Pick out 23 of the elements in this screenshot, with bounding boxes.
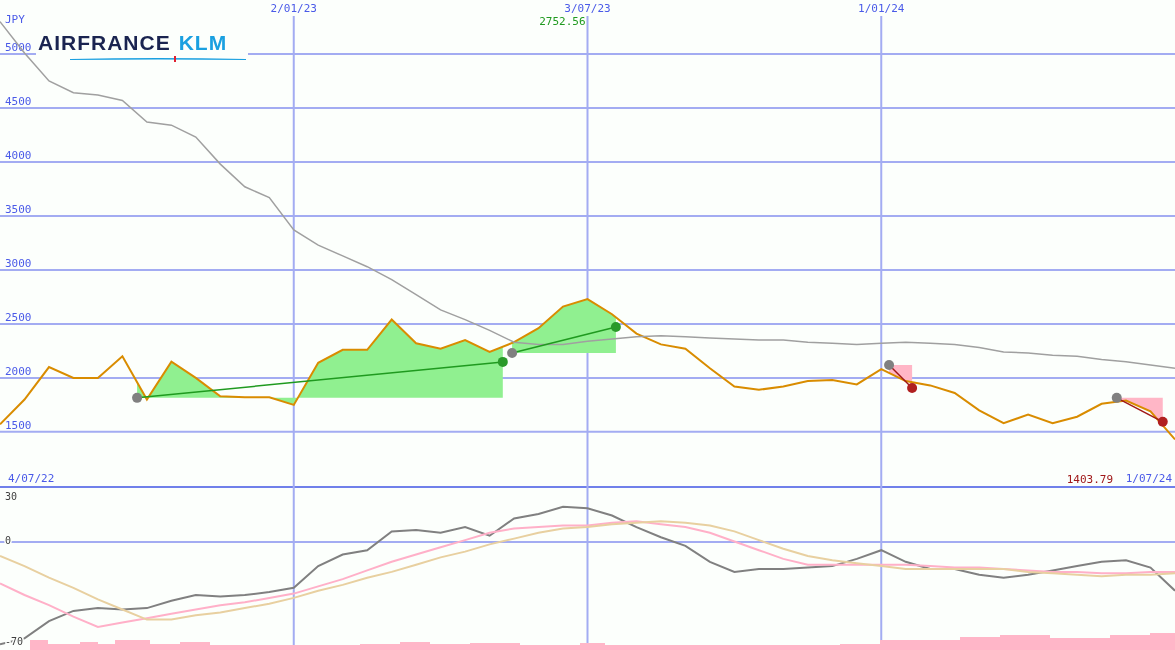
date-label: 3/07/23 bbox=[564, 2, 611, 15]
high-value: 2752.56 bbox=[539, 15, 586, 28]
axis-label: 2000 bbox=[5, 364, 32, 378]
axis-label: 0 bbox=[5, 534, 12, 546]
trend-line bbox=[884, 359, 918, 393]
logo-text: AIRFRANCE bbox=[38, 32, 171, 53]
logo-text: KLM bbox=[178, 32, 228, 53]
axis-label: 30 bbox=[5, 491, 18, 503]
swoosh-icon bbox=[70, 56, 246, 62]
axis-label: 3500 bbox=[5, 202, 32, 216]
axis-title: JPY bbox=[5, 13, 25, 26]
axis-label: 3000 bbox=[5, 256, 32, 270]
axis-label: 1500 bbox=[5, 418, 32, 432]
low-value: 1403.79 bbox=[1066, 473, 1113, 486]
start-date: 4/07/22 bbox=[8, 472, 55, 485]
axis-label: 4000 bbox=[5, 148, 32, 162]
date-label: 1/01/24 bbox=[858, 2, 905, 15]
axis-label: 4500 bbox=[5, 94, 32, 108]
date-label: 2/01/23 bbox=[270, 2, 317, 15]
trend-line bbox=[1111, 392, 1168, 427]
axis-label: 5000 bbox=[5, 41, 32, 54]
end-date: 1/07/24 bbox=[1125, 472, 1172, 485]
axis-label: 2500 bbox=[5, 310, 32, 324]
